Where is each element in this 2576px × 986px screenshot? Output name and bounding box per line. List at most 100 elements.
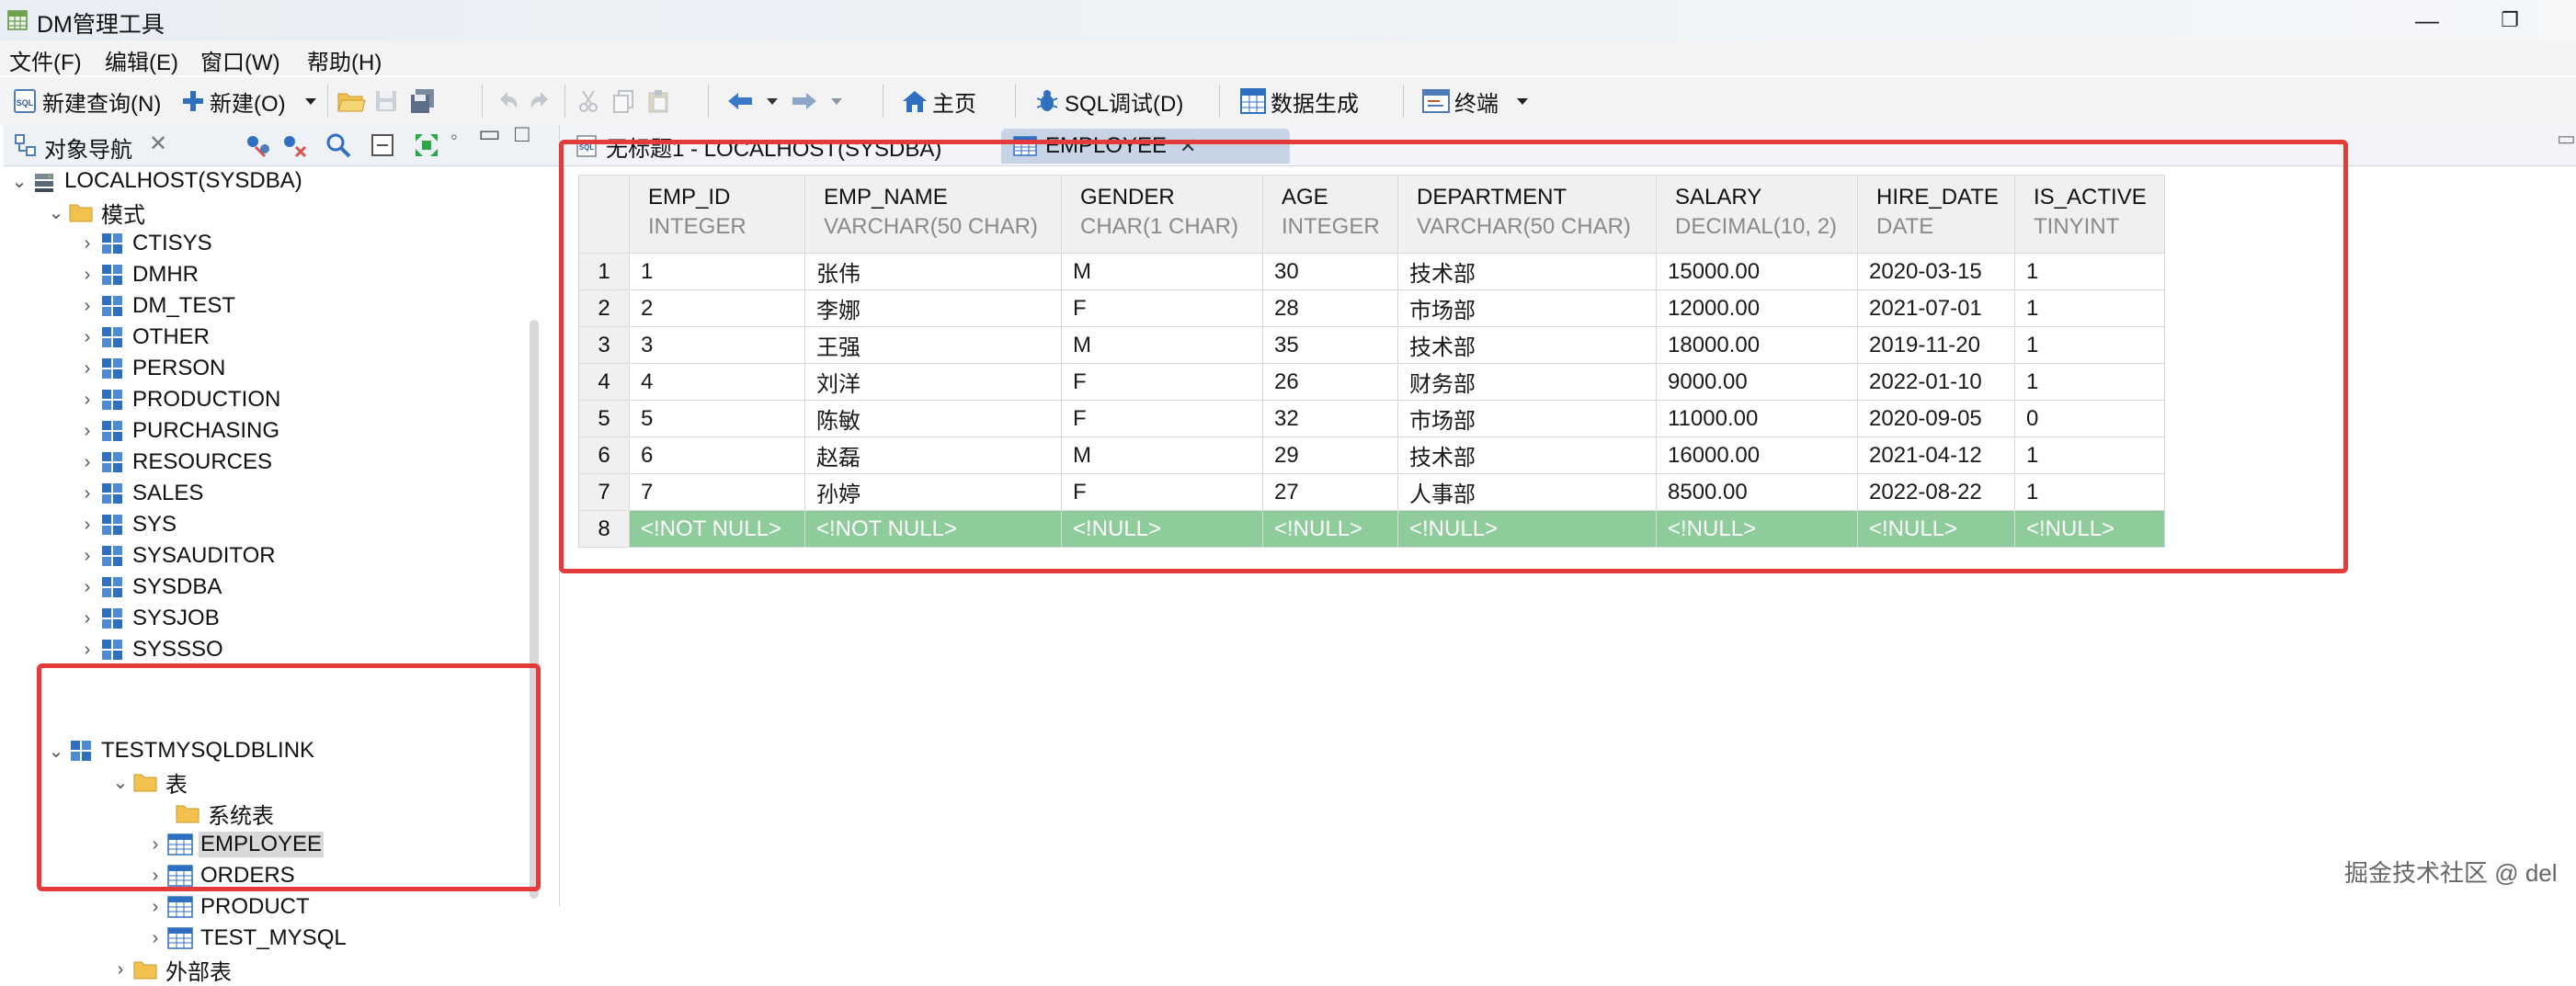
schema-label: SYSSSO — [132, 637, 223, 662]
chevron-right-icon[interactable]: › — [77, 577, 97, 598]
back-dropdown-arrow[interactable] — [765, 86, 780, 116]
forward-button[interactable] — [791, 86, 818, 116]
tree-node-schema[interactable]: › SYSJOB — [77, 603, 222, 634]
tree-node-table[interactable]: › TEST_MYSQL — [145, 923, 348, 954]
chevron-right-icon[interactable]: › — [77, 233, 97, 255]
back-button[interactable] — [726, 86, 754, 116]
dropdown-arrow-icon — [305, 98, 316, 105]
chevron-right-icon[interactable]: › — [77, 483, 97, 504]
tree-node-schema[interactable]: › CTISYS — [77, 228, 214, 259]
chevron-right-icon[interactable]: › — [145, 928, 165, 949]
tree-node-schema[interactable]: › DM_TEST — [77, 290, 237, 322]
link-editor-icon[interactable] — [412, 130, 441, 160]
copy-button[interactable] — [610, 86, 636, 116]
chevron-right-icon[interactable]: › — [77, 390, 97, 411]
tree-node-schema[interactable]: › SYSAUDITOR — [77, 540, 278, 572]
chevron-down-icon[interactable]: ⌄ — [9, 170, 29, 193]
schema-label: OTHER — [132, 324, 210, 349]
tree-node-schema[interactable]: › DMHR — [77, 259, 200, 290]
tree-node-external-tables[interactable]: › 外部表 — [110, 954, 234, 985]
tree-node-table[interactable]: › PRODUCT — [145, 891, 312, 923]
navigator-title: 对象导航 — [44, 138, 132, 163]
view-menu-icon[interactable]: ◦ — [450, 125, 458, 149]
tree-node-schema[interactable]: › PURCHASING — [77, 415, 281, 447]
redo-button[interactable] — [528, 86, 553, 116]
minimize-editor-icon[interactable]: ▭ — [2557, 127, 2576, 151]
forward-dropdown-arrow[interactable] — [829, 86, 844, 116]
schema-label: PRODUCTION — [132, 387, 281, 412]
tree-node-schema[interactable]: › OTHER — [77, 322, 211, 353]
schema-label: SYS — [132, 512, 177, 537]
svg-text:SQL: SQL — [17, 98, 34, 108]
chevron-right-icon[interactable]: › — [77, 452, 97, 473]
search-icon[interactable] — [324, 130, 353, 160]
save-button[interactable] — [373, 86, 399, 116]
undo-button[interactable] — [495, 86, 520, 116]
schema-folder-label: 模式 — [101, 202, 145, 228]
new-query-button[interactable]: SQL 新建查询(N) — [11, 86, 161, 117]
chevron-right-icon[interactable]: › — [110, 959, 131, 980]
terminal-dropdown-arrow[interactable] — [1515, 86, 1530, 116]
dropdown-arrow-icon — [831, 98, 842, 105]
cut-button[interactable] — [576, 86, 601, 116]
menu-edit[interactable]: 编辑(E) — [105, 44, 178, 76]
chevron-right-icon[interactable]: › — [77, 358, 97, 380]
tree-node-schema-folder[interactable]: ⌄ 模式 — [46, 197, 147, 228]
menu-file[interactable]: 文件(F) — [9, 44, 82, 76]
schema-icon — [102, 327, 122, 347]
navigator-icon — [15, 134, 36, 156]
disconnect-icon[interactable] — [279, 130, 309, 160]
tree-node-schema[interactable]: › SYSSSO — [77, 634, 225, 665]
chevron-right-icon[interactable]: › — [77, 265, 97, 286]
data-gen-button[interactable]: 数据生成 — [1239, 86, 1359, 117]
new-button[interactable]: 新建(O) — [180, 86, 286, 117]
toolbar-divider — [1015, 85, 1016, 118]
tree-node-schema[interactable]: › PERSON — [77, 353, 227, 384]
chevron-right-icon[interactable]: › — [77, 421, 97, 442]
navigator-close-button[interactable]: ✕ — [149, 130, 167, 157]
chevron-right-icon[interactable]: › — [77, 296, 97, 317]
terminal-button[interactable]: 终端 — [1421, 86, 1499, 117]
chevron-right-icon[interactable]: › — [77, 515, 97, 536]
title-bar: DM管理工具 — ❐ — [0, 0, 2576, 40]
chevron-right-icon[interactable]: › — [77, 640, 97, 661]
tree-node-schema[interactable]: › SYSDBA — [77, 572, 223, 603]
chevron-right-icon[interactable]: › — [77, 327, 97, 348]
tree-node-connection[interactable]: ⌄ LOCALHOST(SYSDBA) — [9, 165, 304, 197]
schema-icon — [102, 577, 122, 597]
chevron-right-icon[interactable]: › — [77, 546, 97, 567]
home-button[interactable]: 主页 — [901, 86, 976, 117]
dropdown-arrow-icon — [1517, 98, 1528, 105]
chevron-right-icon[interactable]: › — [77, 608, 97, 629]
open-button[interactable] — [336, 86, 366, 116]
connect-icon[interactable] — [243, 130, 272, 160]
tree-node-schema[interactable]: › RESOURCES — [77, 447, 274, 478]
save-all-button[interactable] — [408, 86, 438, 116]
maximize-view-icon[interactable]: □ — [515, 119, 530, 148]
chevron-down-icon[interactable]: ⌄ — [46, 201, 66, 224]
tree-node-schema[interactable]: › SYS — [77, 509, 178, 540]
schema-label: CTISYS — [132, 231, 212, 255]
toolbar-divider — [1219, 85, 1220, 118]
schema-icon — [102, 296, 122, 316]
paste-button[interactable] — [645, 86, 671, 116]
minimize-button[interactable]: — — [2399, 2, 2455, 39]
new-dropdown-arrow[interactable] — [303, 86, 318, 116]
chevron-right-icon[interactable]: › — [145, 897, 165, 918]
save-all-icon — [411, 89, 434, 113]
schema-label: DMHR — [132, 262, 199, 287]
sql-debug-button[interactable]: SQL调试(D) — [1033, 86, 1183, 117]
tree-node-schema[interactable]: › PRODUCTION — [77, 384, 282, 415]
minimize-view-icon[interactable]: ▭ — [478, 119, 501, 148]
window-title: DM管理工具 — [37, 12, 165, 38]
collapse-all-icon[interactable] — [368, 130, 397, 160]
redo-icon — [530, 92, 548, 108]
folder-open-icon — [337, 93, 366, 112]
maximize-button[interactable]: ❐ — [2482, 2, 2537, 39]
bug-icon — [1036, 90, 1058, 111]
menu-help[interactable]: 帮助(H) — [307, 44, 382, 76]
tree-node-schema[interactable]: › SALES — [77, 478, 205, 509]
menu-window[interactable]: 窗口(W) — [200, 44, 280, 76]
schema-label: SALES — [132, 481, 204, 505]
external-tables-label: 外部表 — [165, 959, 232, 985]
